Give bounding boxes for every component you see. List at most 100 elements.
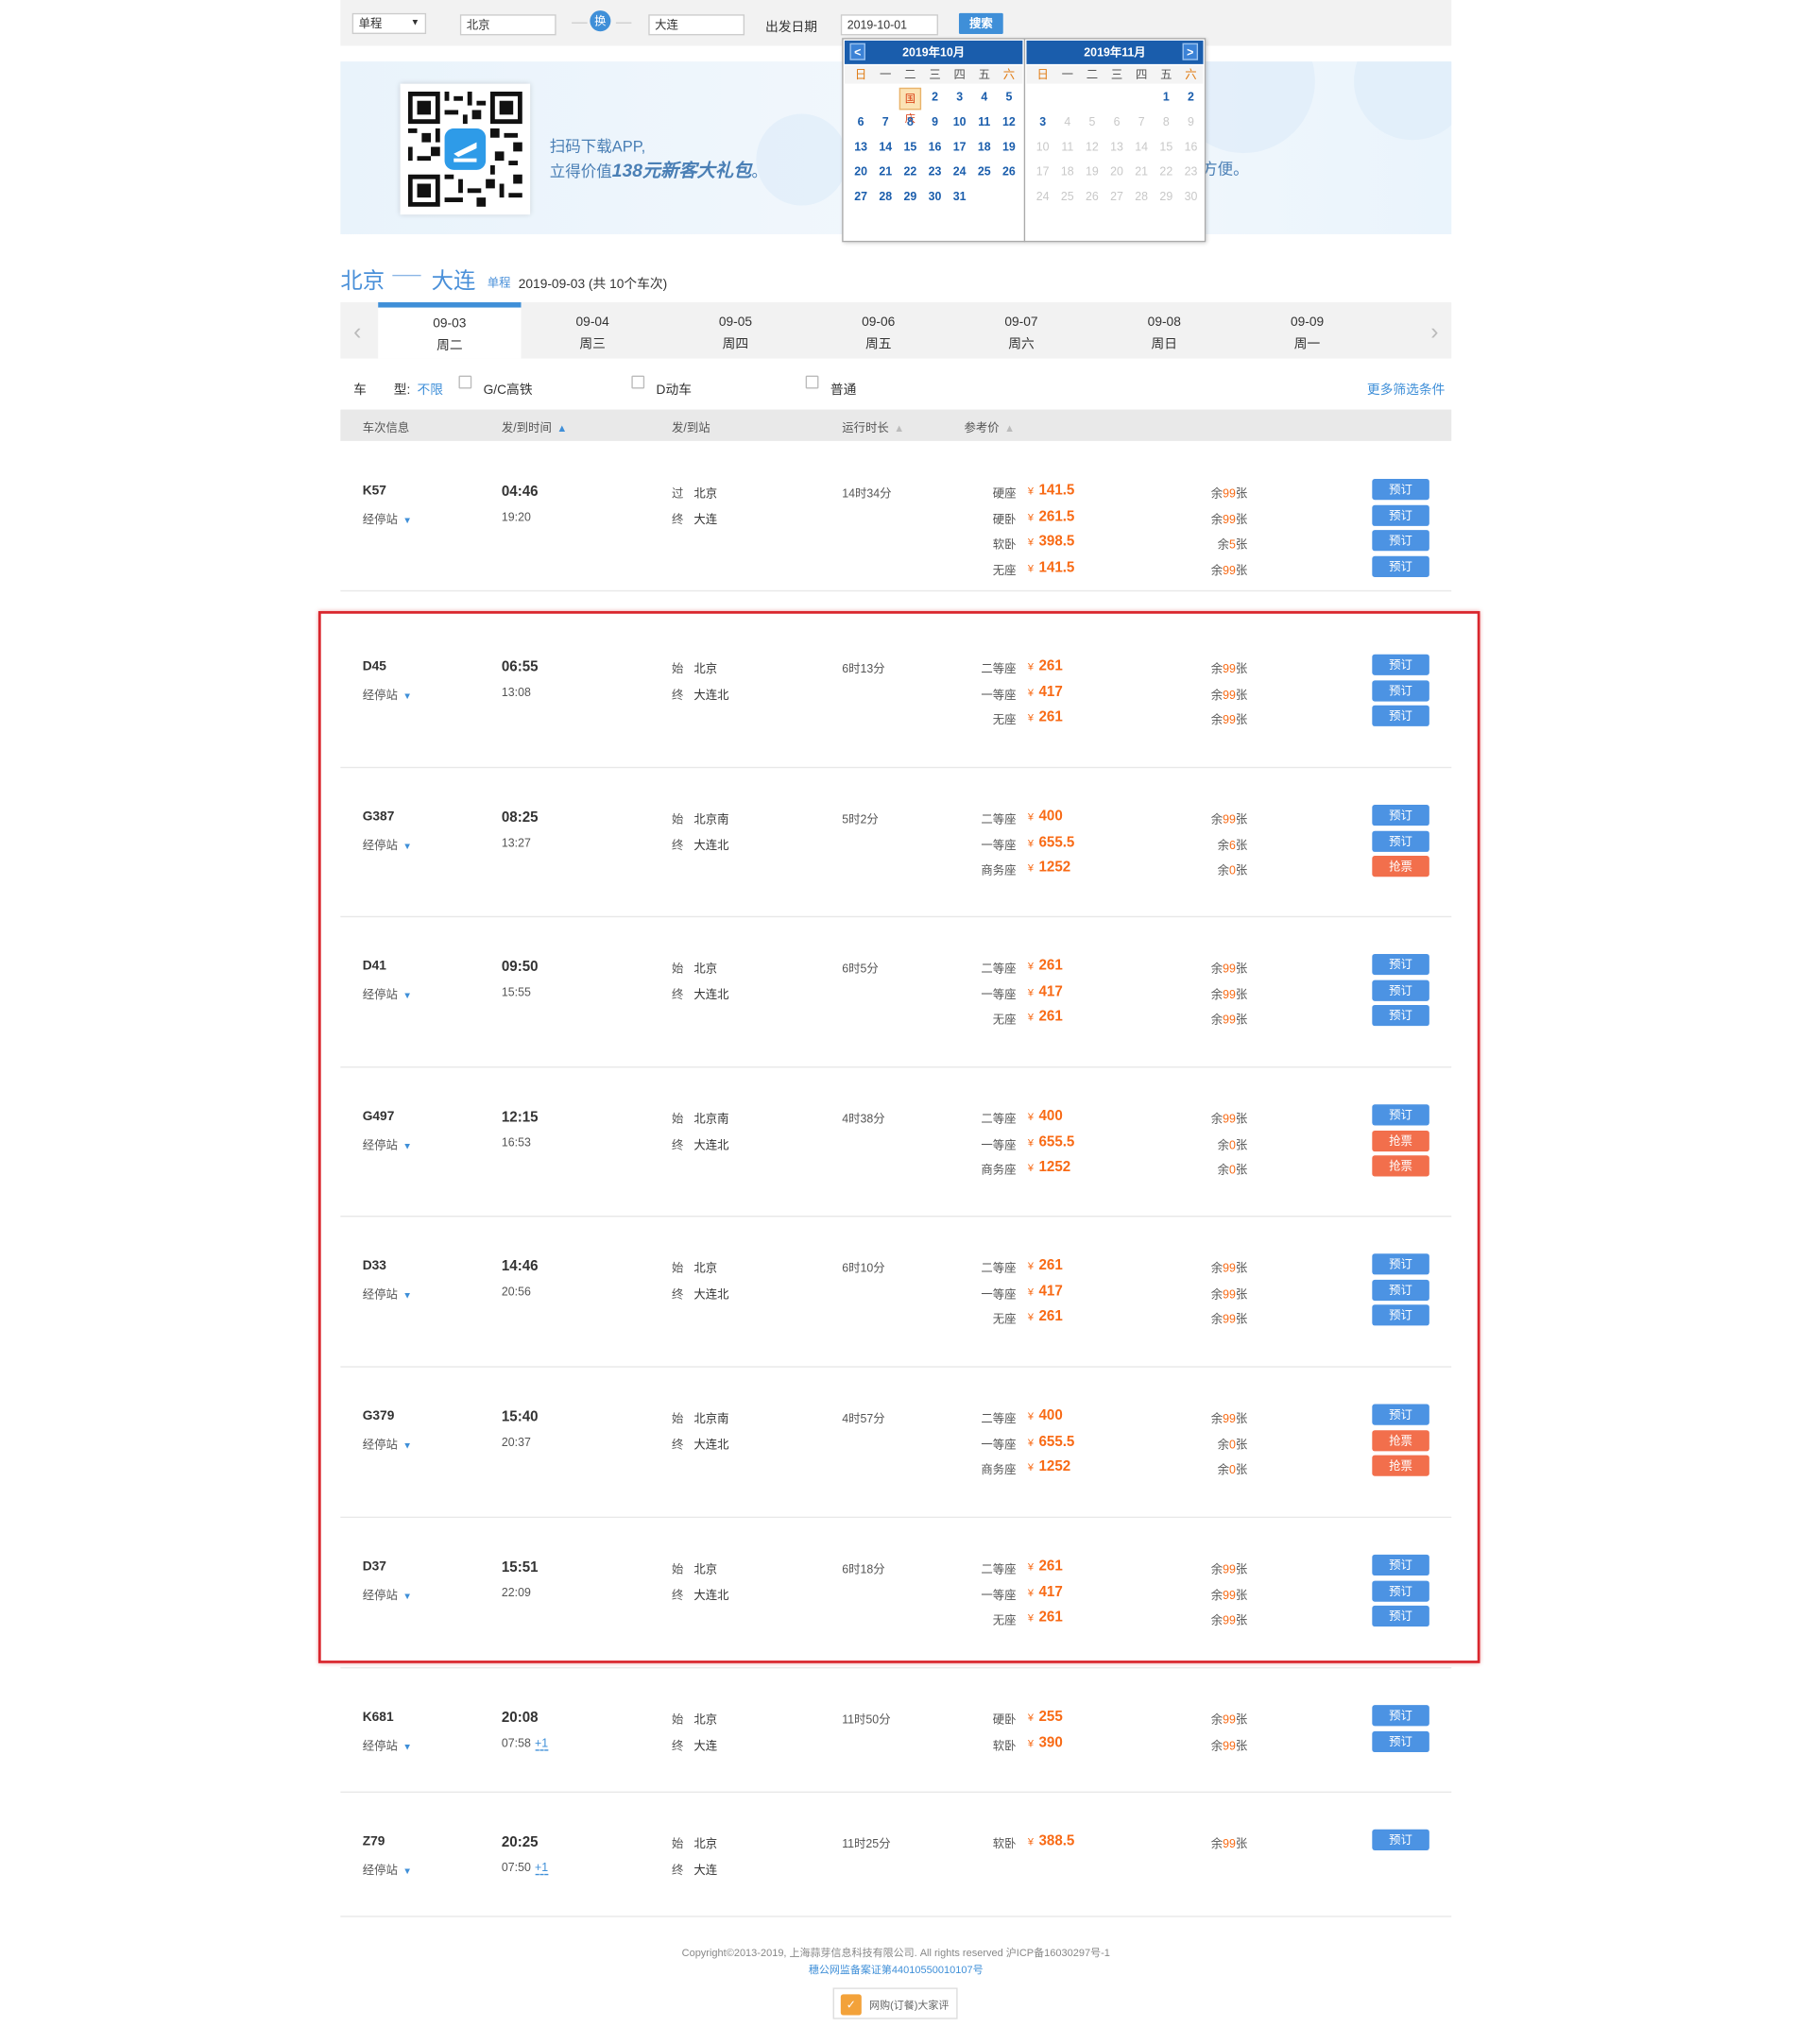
calendar-day[interactable]: 13 bbox=[848, 136, 873, 161]
calendar-day[interactable]: 1 bbox=[1154, 86, 1178, 111]
stops-toggle[interactable]: 经停站 ▼ bbox=[363, 1861, 412, 1878]
calendar-day[interactable]: 22 bbox=[898, 161, 922, 185]
currency-symbol: ¥ bbox=[1027, 1835, 1034, 1848]
from-station-input[interactable]: 北京 bbox=[459, 14, 556, 36]
calendar-day[interactable]: 25 bbox=[972, 161, 997, 185]
seat-price-value: 261.5 bbox=[1038, 508, 1075, 524]
more-filters-link[interactable]: 更多筛选条件 bbox=[1367, 378, 1446, 398]
filter-checkbox-normal[interactable] bbox=[805, 375, 819, 389]
chevron-right-icon[interactable]: › bbox=[1430, 318, 1438, 346]
calendar-day[interactable]: 5 bbox=[997, 86, 1021, 111]
calendar-day[interactable]: 3 bbox=[948, 86, 972, 111]
calendar-day[interactable]: 19 bbox=[997, 136, 1021, 161]
calendar-day[interactable]: 15 bbox=[898, 136, 922, 161]
calendar-day[interactable]: 29 bbox=[898, 186, 922, 211]
calendar-day[interactable]: 3 bbox=[1031, 111, 1055, 136]
filter-checkbox-gc[interactable] bbox=[458, 375, 472, 389]
seat-price: ¥141.5 bbox=[1028, 559, 1074, 575]
calendar-day[interactable]: 21 bbox=[873, 161, 898, 185]
book-button[interactable]: 预订 bbox=[1372, 1829, 1429, 1850]
train-code[interactable]: K57 bbox=[363, 485, 386, 499]
book-button[interactable]: 预订 bbox=[1372, 555, 1429, 577]
calendar-day[interactable]: 12 bbox=[997, 111, 1021, 136]
calendar-day[interactable]: 10 bbox=[948, 111, 972, 136]
filter-any[interactable]: 不限 bbox=[417, 378, 443, 398]
book-button[interactable]: 预订 bbox=[1372, 1730, 1429, 1752]
date-tab-09-04[interactable]: 09-04 周三 bbox=[521, 302, 663, 359]
weekday-label: 二 bbox=[904, 68, 916, 81]
arrival-time: 07:50 +1 bbox=[502, 1861, 549, 1876]
route-from-city: 北京 bbox=[340, 268, 385, 294]
date-picker-popup[interactable]: < 2019年10月 日一二三四五六 国庆 2 3 4 5 6 7 8 9 10 11 12 13 14 1… bbox=[842, 38, 1207, 243]
search-button[interactable]: 搜索 bbox=[958, 12, 1003, 35]
date-tab-09-06[interactable]: 09-06 周五 bbox=[807, 302, 950, 359]
col-price[interactable]: 参考价 ▲ bbox=[964, 418, 1015, 435]
train-code[interactable]: Z79 bbox=[363, 1834, 385, 1848]
calendar-day[interactable]: 9 bbox=[922, 111, 947, 136]
col-duration[interactable]: 运行时长 ▲ bbox=[842, 418, 904, 435]
date-tab-09-05[interactable]: 09-05 周四 bbox=[664, 302, 807, 359]
stops-toggle[interactable]: 经停站 ▼ bbox=[363, 1736, 412, 1753]
book-button[interactable]: 预订 bbox=[1372, 504, 1429, 526]
calendar-day[interactable]: 20 bbox=[848, 161, 873, 185]
calendar-day[interactable]: 7 bbox=[873, 111, 898, 136]
next-day-badge[interactable]: +1 bbox=[535, 1861, 549, 1876]
calendar-day[interactable]: 24 bbox=[948, 161, 972, 185]
filter-option-gc[interactable]: G/C高铁 bbox=[484, 378, 533, 398]
book-button[interactable]: 预订 bbox=[1372, 530, 1429, 552]
seat-price: ¥398.5 bbox=[1028, 534, 1074, 550]
calendar-month-october: < 2019年10月 日一二三四五六 国庆 2 3 4 5 6 7 8 9 10 11 12 13 14 1… bbox=[844, 40, 1024, 243]
calendar-day[interactable]: 2 bbox=[922, 86, 947, 111]
seat-price: ¥141.5 bbox=[1028, 483, 1074, 499]
calendar-day[interactable]: 16 bbox=[922, 136, 947, 161]
swap-stations-button[interactable]: 换 bbox=[590, 10, 611, 32]
stops-toggle[interactable]: 经停站 ▼ bbox=[363, 510, 412, 527]
date-label: 出发日期 bbox=[765, 21, 818, 36]
filter-option-d[interactable]: D动车 bbox=[657, 378, 692, 398]
weekday-label: 四 bbox=[953, 68, 966, 81]
calendar-day[interactable]: 6 bbox=[848, 111, 873, 136]
book-button[interactable]: 预订 bbox=[1372, 479, 1429, 501]
prev-month-button[interactable]: < bbox=[849, 43, 865, 60]
calendar-day[interactable]: 27 bbox=[848, 186, 873, 211]
book-button[interactable]: 预订 bbox=[1372, 1705, 1429, 1727]
calendar-day[interactable]: 4 bbox=[972, 86, 997, 111]
seat-class: 无座 bbox=[992, 563, 1017, 577]
to-station-input[interactable]: 大连 bbox=[648, 14, 745, 36]
calendar-day[interactable]: 8 bbox=[898, 111, 922, 136]
seat-class: 硬座 bbox=[992, 486, 1017, 501]
calendar-day[interactable]: 23 bbox=[922, 161, 947, 185]
next-day-badge[interactable]: +1 bbox=[535, 1736, 549, 1751]
calendar-day[interactable]: 18 bbox=[972, 136, 997, 161]
date-tab-09-03[interactable]: 09-03 周二 bbox=[378, 302, 522, 359]
calendar-day[interactable]: 17 bbox=[948, 136, 972, 161]
currency-symbol: ¥ bbox=[1027, 537, 1034, 549]
footer-trust-badge[interactable]: ✓ 网购(订餐)大家评 bbox=[832, 1987, 958, 2019]
col-price-label: 参考价 bbox=[964, 421, 1000, 434]
footer-beian-link[interactable]: 穗公网监备案证第44010550010107号 bbox=[340, 1963, 1451, 1977]
next-month-button[interactable]: > bbox=[1182, 43, 1199, 60]
date-tab-09-07[interactable]: 09-07 周六 bbox=[950, 302, 1092, 359]
calendar-day[interactable]: 30 bbox=[922, 186, 947, 211]
calendar-day[interactable]: 14 bbox=[873, 136, 898, 161]
date-input[interactable]: 2019-10-01 bbox=[840, 14, 938, 36]
date-tab-09-09[interactable]: 09-09 周一 bbox=[1236, 302, 1378, 359]
col-time[interactable]: 发/到时间 ▲ bbox=[502, 418, 567, 435]
calendar-day[interactable]: 28 bbox=[873, 186, 898, 211]
trip-type-select[interactable]: 单程 ▼ bbox=[351, 12, 427, 35]
calendar-day[interactable]: 11 bbox=[972, 111, 997, 136]
calendar-day: 28 bbox=[1135, 189, 1149, 203]
chevron-left-icon[interactable]: ‹ bbox=[353, 318, 361, 346]
train-code[interactable]: K681 bbox=[363, 1711, 394, 1725]
calendar-day: 18 bbox=[1060, 164, 1074, 179]
date-tab-date: 09-07 bbox=[1004, 315, 1038, 331]
date-tab-09-08[interactable]: 09-08 周日 bbox=[1093, 302, 1236, 359]
calendar-day-holiday[interactable]: 国庆 bbox=[898, 87, 922, 125]
calendar-day[interactable]: 31 bbox=[948, 186, 972, 211]
calendar-day[interactable]: 2 bbox=[1178, 86, 1203, 111]
filter-checkbox-d[interactable] bbox=[631, 375, 645, 389]
seats-remaining-suffix: 张 bbox=[1235, 1837, 1248, 1850]
calendar-day: 7 bbox=[1138, 114, 1145, 128]
calendar-day[interactable]: 26 bbox=[997, 161, 1021, 185]
filter-option-normal[interactable]: 普通 bbox=[830, 378, 857, 398]
